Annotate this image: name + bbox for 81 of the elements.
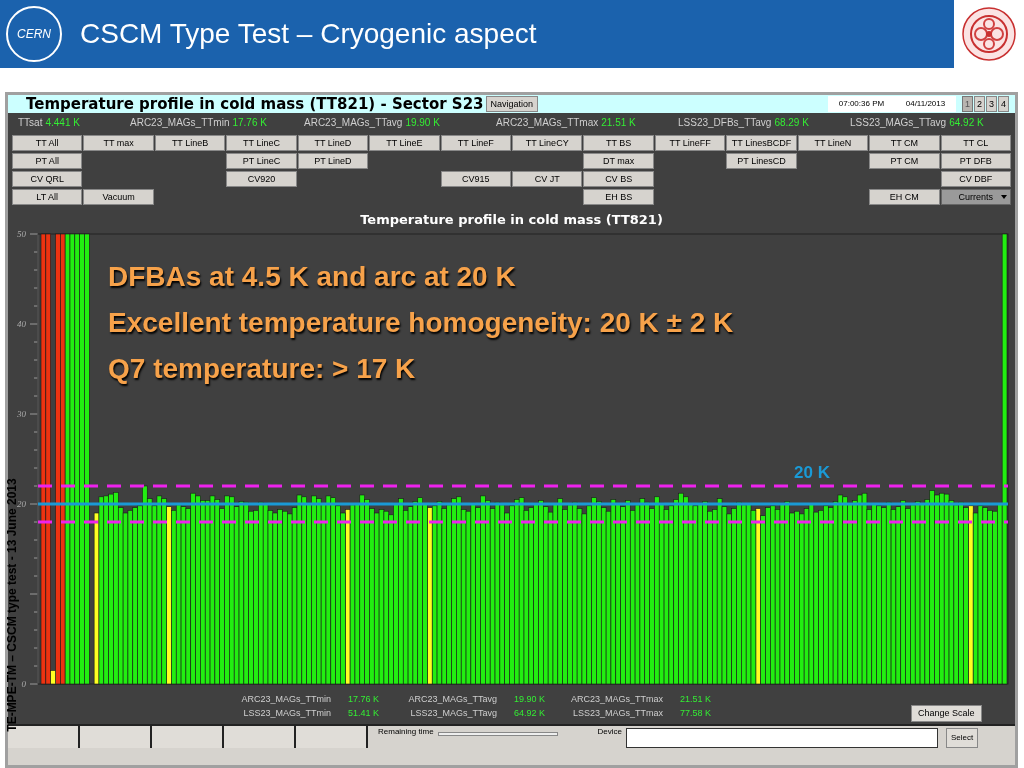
grid-button[interactable]: TT LineB	[154, 135, 226, 151]
grid-button[interactable]: CV BS	[583, 171, 654, 187]
tick-label: 50	[17, 229, 26, 239]
reading-label: ARC23_MAGs_TTmax	[496, 115, 599, 130]
tick-label: 20	[17, 499, 26, 509]
callout-text: Excellent temperature homogeneity: 20 K ± 2 K	[108, 306, 734, 340]
grid-button[interactable]: TT BS	[583, 135, 654, 151]
grid-button[interactable]: TT LineFF	[654, 135, 726, 151]
summary-value: 51.41 K	[346, 707, 379, 721]
grid-button[interactable]: DT max	[583, 153, 654, 169]
page-button[interactable]: 4	[998, 96, 1009, 112]
change-scale-button[interactable]: Change Scale	[911, 705, 982, 722]
navigation-button[interactable]: Navigation	[485, 96, 539, 112]
time-text: 07:00:36 PM	[838, 98, 885, 110]
device-label: Device	[597, 728, 623, 736]
page-button[interactable]: 2	[974, 96, 985, 112]
grid-button[interactable]: PT DFB	[940, 153, 1011, 169]
summary-value: 21.51 K	[678, 693, 711, 707]
summary-value: 77.58 K	[678, 707, 711, 721]
reading-value: 4.441 K	[45, 115, 80, 130]
summary-value: 19.90 K	[512, 693, 545, 707]
page-button[interactable]: 1	[962, 96, 973, 112]
grid-button[interactable]: TT All	[12, 135, 83, 151]
summary-label: ARC23_MAGs_TTmax	[569, 693, 663, 707]
grid-button[interactable]: PT LineD	[297, 153, 369, 169]
grid-button[interactable]: TT LineCY	[512, 135, 583, 151]
grid-button[interactable]: TT LinesBCDF	[726, 135, 797, 151]
reading-value: 64.92 K	[949, 115, 984, 130]
grid-button[interactable]: PT LinesCD	[726, 153, 797, 169]
reading-label: LSS23_MAGs_TTavg	[850, 115, 947, 130]
grid-button[interactable]: CV920	[226, 171, 297, 187]
grid-button[interactable]: CV915	[440, 171, 511, 187]
grid-button[interactable]: TT LineN	[797, 135, 869, 151]
grid-button[interactable]: CV QRL	[12, 171, 83, 187]
window-title: Temperature profile in cold mass (TT821) - Sector S23	[26, 96, 484, 112]
reading-value: 19.90 K	[405, 115, 440, 130]
grid-button[interactable]: LT All	[12, 189, 83, 205]
summary-value: 64.92 K	[512, 707, 545, 721]
tick-label: 30	[17, 409, 26, 419]
summary-label: LSS23_MAGs_TTavg	[409, 707, 497, 721]
grid-button[interactable]: TT LineF	[440, 135, 511, 151]
grid-button[interactable]: TT LineE	[369, 135, 440, 151]
reading-value: 17.76 K	[232, 115, 267, 130]
page-button[interactable]: 3	[986, 96, 997, 112]
tick-label: 40	[17, 319, 26, 329]
summary-label: LSS23_MAGs_TTmin	[242, 707, 331, 721]
grid-button[interactable]: TT LineD	[297, 135, 369, 151]
grid-button[interactable]: Vacuum	[83, 189, 154, 205]
summary-label: LSS23_MAGs_TTmax	[571, 707, 663, 721]
summary-value: 17.76 K	[346, 693, 379, 707]
select-button[interactable]: Select	[946, 728, 979, 748]
grid-button[interactable]: TT LineC	[226, 135, 297, 151]
callout-text: Q7 temperature: > 17 K	[108, 352, 417, 386]
reading-value: 68.29 K	[774, 115, 809, 130]
slide-title: CSCM Type Test – Cryogenic aspect	[80, 17, 538, 51]
chart-title: Temperature profile in cold mass (TT821)	[359, 211, 664, 228]
side-note: TE-MPE-TM – CSCM type test - 13 June 2013	[6, 478, 18, 732]
reading-label: TTsat	[18, 115, 43, 130]
grid-button[interactable]: TT max	[83, 135, 154, 151]
remaining-time-label: Remaining time	[378, 728, 434, 736]
summary-label: ARC23_MAGs_TTmin	[240, 693, 331, 707]
date-text: 04/11/2013	[905, 98, 946, 110]
reference-label: 20 K	[794, 464, 830, 481]
summary-label: ARC23_MAGs_TTavg	[407, 693, 497, 707]
grid-button[interactable]: PT CM	[869, 153, 940, 169]
grid-button[interactable]: EH BS	[583, 189, 654, 205]
reading-label: ARC23_MAGs_TTmin	[130, 115, 230, 130]
callout-text: DFBAs at 4.5 K and arc at 20 K	[108, 260, 517, 294]
tick-label: 0	[21, 679, 26, 689]
cern-logo: CERN	[6, 6, 62, 62]
grid-button[interactable]: PT LineC	[226, 153, 297, 169]
reading-label: LSS23_DFBs_TTavg	[678, 115, 772, 130]
grid-button[interactable]: EH CM	[869, 189, 940, 205]
grid-button[interactable]: CV JT	[512, 171, 583, 187]
currents-dropdown[interactable]: Currents	[940, 189, 1011, 205]
grid-button[interactable]: CV DBF	[940, 171, 1011, 187]
grid-button[interactable]: PT All	[12, 153, 83, 169]
reading-label: ARC23_MAGs_TTavg	[304, 115, 403, 130]
grid-button[interactable]: TT CL	[940, 135, 1011, 151]
reading-value: 21.51 K	[601, 115, 636, 130]
grid-button[interactable]: TT CM	[869, 135, 940, 151]
